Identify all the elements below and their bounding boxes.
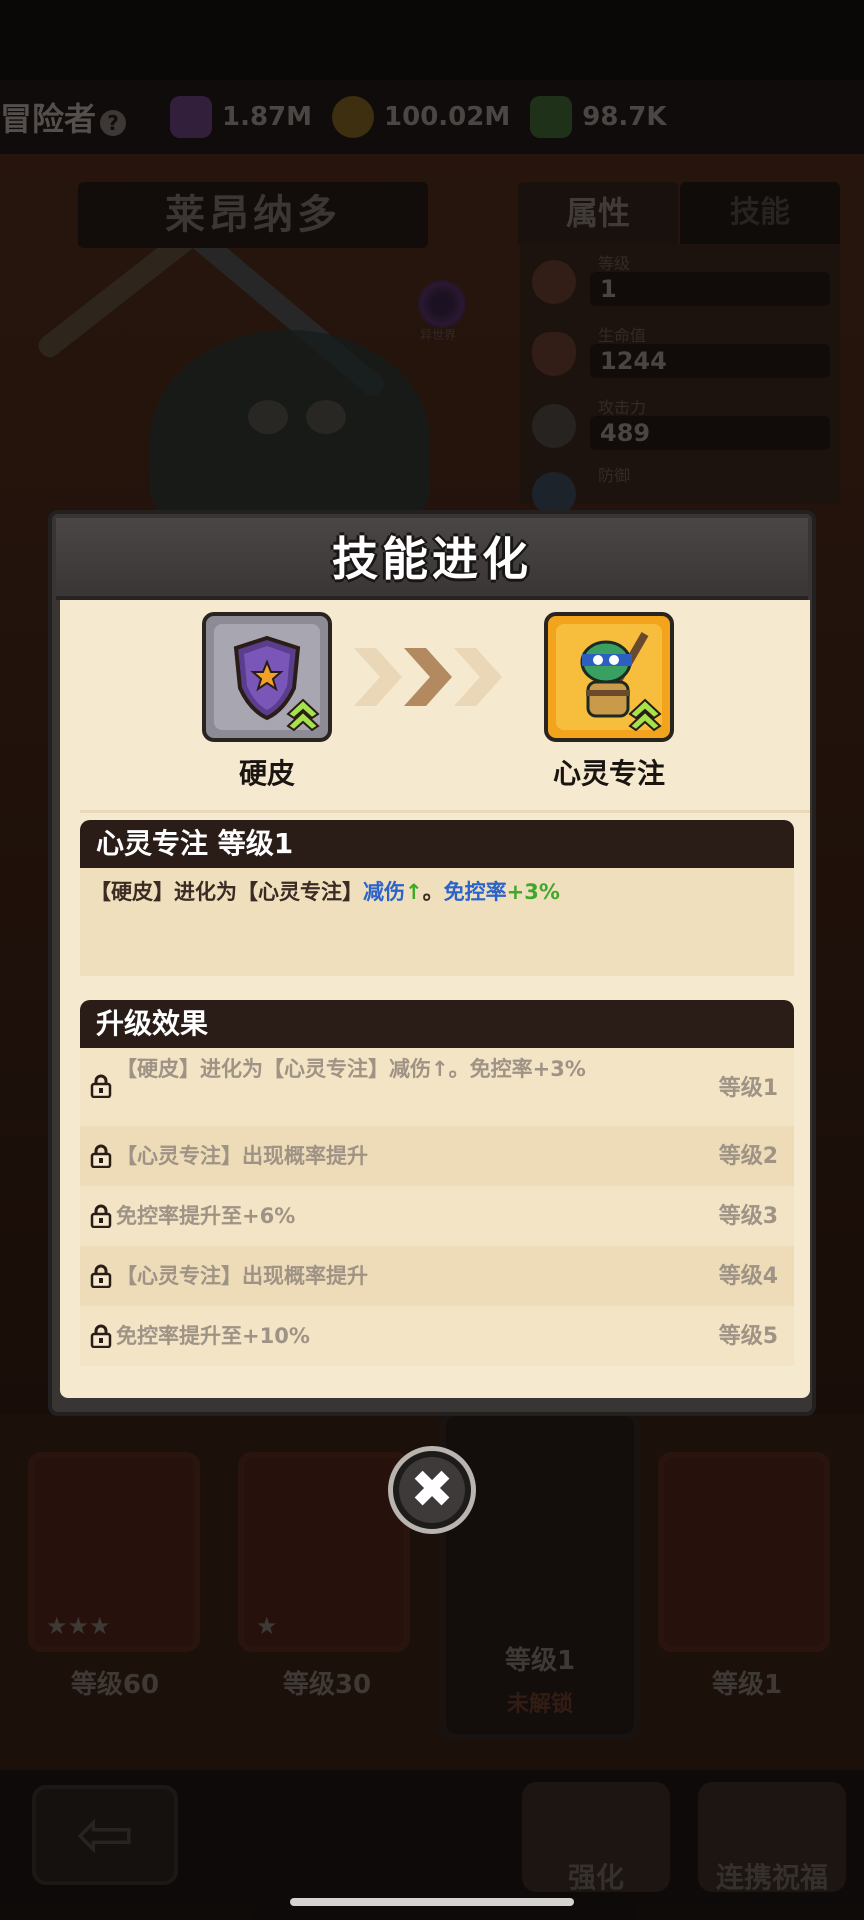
upgrade-effects-heading: 升级效果 — [80, 1000, 794, 1048]
upgrade-row-text: 免控率提升至+10% — [116, 1324, 310, 1348]
lock-icon — [90, 1264, 112, 1288]
home-indicator[interactable] — [290, 1898, 574, 1906]
upgrade-row-text: 【硬皮】进化为【心灵专注】减伤↑。免控率+3% — [116, 1057, 586, 1081]
desc-effect-control-immunity: 免控率 — [443, 880, 507, 904]
dialog-body: 硬皮 心灵专注 心灵专注 等级1 【硬皮】进化为【心灵专注】减伤↑。免控率+3%… — [60, 600, 810, 1398]
desc-separator: 。 — [422, 880, 444, 904]
upgrade-row-level: 等级2 — [718, 1144, 778, 1169]
skill-to-name: 心灵专注 — [552, 757, 665, 790]
skill-from-name: 硬皮 — [238, 757, 295, 790]
lock-icon — [90, 1324, 112, 1348]
upgrade-row-level: 等级5 — [718, 1324, 778, 1349]
lock-icon — [90, 1204, 112, 1228]
lock-icon — [90, 1144, 112, 1168]
skill-to-icon[interactable] — [544, 612, 674, 742]
desc-prefix: 【硬皮】进化为【心灵专注】 — [90, 880, 363, 904]
evolution-arrows-icon — [354, 648, 502, 706]
upgrade-row: 免控率提升至+10% 等级5 — [80, 1306, 794, 1366]
skill-from-icon[interactable] — [202, 612, 332, 742]
upgrade-chevron-icon — [286, 698, 320, 732]
up-arrow-icon: ↑ — [405, 880, 423, 904]
desc-effect-damage-reduction: 减伤 — [363, 880, 405, 904]
upgrade-row: 【心灵专注】出现概率提升 等级2 — [80, 1126, 794, 1186]
close-button[interactable]: ✖ — [388, 1446, 476, 1534]
upgrade-row-level: 等级4 — [718, 1264, 778, 1289]
upgrade-row: 免控率提升至+6% 等级3 — [80, 1186, 794, 1246]
upgrade-row-text: 免控率提升至+6% — [116, 1204, 296, 1228]
skill-evolution-dialog: 技能进化 硬皮 心灵专注 心灵专注 等级1 【硬皮】进化为【心灵专注】减伤↑。免… — [48, 510, 816, 1416]
upgrade-chevron-icon — [628, 698, 662, 732]
close-icon: ✖ — [399, 1457, 465, 1523]
upgrade-row-level: 等级1 — [718, 1076, 778, 1101]
current-skill-description: 【硬皮】进化为【心灵专注】减伤↑。免控率+3% — [90, 876, 560, 906]
divider — [80, 810, 810, 813]
upgrade-row-level: 等级3 — [718, 1204, 778, 1229]
upgrade-row-text: 【心灵专注】出现概率提升 — [116, 1264, 368, 1288]
upgrade-row: 【心灵专注】出现概率提升 等级4 — [80, 1246, 794, 1306]
upgrade-row: 【硬皮】进化为【心灵专注】减伤↑。免控率+3% 等级1 — [80, 1048, 794, 1126]
current-skill-heading: 心灵专注 等级1 — [80, 820, 794, 868]
upgrade-row-text: 【心灵专注】出现概率提升 — [116, 1144, 368, 1168]
lock-icon — [90, 1074, 112, 1098]
dialog-header: 技能进化 — [56, 518, 808, 600]
dialog-title: 技能进化 — [332, 532, 532, 586]
desc-effect-value: +3% — [506, 880, 560, 904]
